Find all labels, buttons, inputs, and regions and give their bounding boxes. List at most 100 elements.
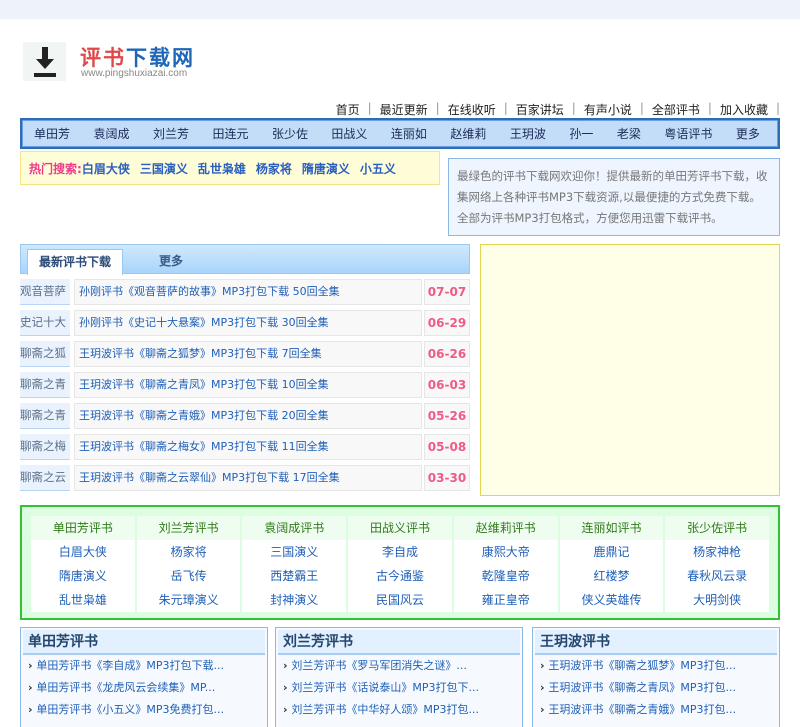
table-row: 聊斋之云 王玥波评书《聊斋之云翠仙》MP3打包下载 17回全集 03-30	[20, 465, 470, 491]
row-date: 06-26	[424, 341, 470, 367]
top-link[interactable]: 全部评书	[652, 101, 700, 118]
author-box-link[interactable]: 王玥波评书《聊斋之青凤》MP3打包...	[535, 677, 777, 699]
author-box: 单田芳评书单田芳评书《李自成》MP3打包下载...单田芳评书《龙虎风云会续集》M…	[20, 627, 268, 727]
nav-item[interactable]: 粤语评书	[664, 125, 712, 142]
category-link[interactable]: 三国演义	[242, 540, 346, 564]
category-link[interactable]: 红楼梦	[560, 564, 664, 588]
hot-search-link[interactable]: 隋唐演义	[302, 160, 350, 177]
nav-item[interactable]: 田战义	[331, 125, 367, 142]
nav-item[interactable]: 王玥波	[510, 125, 546, 142]
hot-search-link[interactable]: 乱世枭雄	[198, 160, 246, 177]
tab-more[interactable]: 更多	[159, 249, 183, 273]
row-date: 05-08	[424, 434, 470, 460]
category-link[interactable]: 春秋风云录	[665, 564, 769, 588]
table-row: 聊斋之狐 王玥波评书《聊斋之狐梦》MP3打包下载 7回全集 06-26	[20, 341, 470, 367]
category-column: 袁阔成评书 三国演义 西楚霸王 封神演义	[242, 516, 347, 612]
intro-text: 最绿色的评书下载网欢迎你！提供最新的单田芳评书下载，收集网络上各种评书MP3下载…	[448, 158, 780, 236]
top-link[interactable]: 首页	[336, 101, 360, 118]
category-link[interactable]: 大明剑侠	[665, 588, 769, 612]
row-date: 06-03	[424, 372, 470, 398]
separator: |	[571, 101, 576, 115]
category-link[interactable]: 封神演义	[242, 588, 346, 612]
category-head[interactable]: 刘兰芳评书	[136, 516, 241, 540]
nav-item[interactable]: 袁阔成	[93, 125, 129, 142]
nav-item[interactable]: 刘兰芳	[153, 125, 189, 142]
row-title-link[interactable]: 王玥波评书《聊斋之青凤》MP3打包下载 10回全集	[74, 372, 422, 398]
top-link[interactable]: 百家讲坛	[516, 101, 564, 118]
category-head[interactable]: 田战义评书	[348, 516, 452, 540]
logo-text-blue: 下载网	[126, 45, 195, 70]
author-box-link[interactable]: 刘兰芳评书《话说泰山》MP3打包下...	[278, 677, 520, 699]
author-box-link[interactable]: 单田芳评书《小五义》MP3免费打包...	[23, 699, 265, 721]
row-title-link[interactable]: 王玥波评书《聊斋之梅女》MP3打包下载 11回全集	[74, 434, 422, 460]
hot-search-link[interactable]: 小五义	[360, 160, 396, 177]
nav-item[interactable]: 更多	[736, 125, 760, 142]
download-icon[interactable]	[23, 42, 66, 81]
top-link[interactable]: 在线收听	[448, 101, 496, 118]
hot-search-link[interactable]: 三国演义	[140, 160, 188, 177]
author-box-link[interactable]: 刘兰芳评书《中华好人颂》MP3打包...	[278, 699, 520, 721]
separator: |	[435, 101, 440, 115]
author-box-link[interactable]: 刘兰芳评书《罗马军团消失之谜》...	[278, 655, 520, 677]
nav-item[interactable]: 单田芳	[34, 125, 70, 142]
hot-search: 热门搜索: 白眉大侠 三国演义 乱世枭雄 杨家将 隋唐演义 小五义	[20, 151, 440, 185]
author-box-link[interactable]: 王玥波评书《聊斋之青娥》MP3打包...	[535, 699, 777, 721]
nav-item[interactable]: 老梁	[617, 125, 641, 142]
category-head[interactable]: 袁阔成评书	[242, 516, 347, 540]
category-link[interactable]: 朱元璋演义	[137, 588, 241, 612]
table-row: 聊斋之青 王玥波评书《聊斋之青凤》MP3打包下载 10回全集 06-03	[20, 372, 470, 398]
row-tag: 聊斋之青	[20, 372, 70, 398]
row-title-link[interactable]: 王玥波评书《聊斋之青娥》MP3打包下载 20回全集	[74, 403, 422, 429]
top-link[interactable]: 最近更新	[380, 101, 428, 118]
category-link[interactable]: 西楚霸王	[242, 564, 346, 588]
category-column: 张少佐评书 杨家神枪 春秋风云录 大明剑侠	[665, 516, 770, 612]
category-head[interactable]: 张少佐评书	[665, 516, 770, 540]
category-link[interactable]: 杨家将	[137, 540, 241, 564]
category-link[interactable]: 乱世枭雄	[31, 588, 135, 612]
category-head[interactable]: 连丽如评书	[559, 516, 664, 540]
category-link[interactable]: 白眉大侠	[31, 540, 135, 564]
author-box-title[interactable]: 单田芳评书	[23, 630, 265, 655]
latest-downloads: 最新评书下载 更多 观音菩萨 孙刚评书《观音菩萨的故事》MP3打包下载 50回全集…	[20, 244, 470, 496]
hot-search-link[interactable]: 杨家将	[256, 160, 292, 177]
row-date: 07-07	[424, 279, 470, 305]
nav-item[interactable]: 张少佐	[272, 125, 308, 142]
nav-item[interactable]: 连丽如	[391, 125, 427, 142]
category-column: 刘兰芳评书 杨家将 岳飞传 朱元璋演义	[136, 516, 241, 612]
nav-item[interactable]: 赵维莉	[450, 125, 486, 142]
author-box: 王玥波评书王玥波评书《聊斋之狐梦》MP3打包...王玥波评书《聊斋之青凤》MP3…	[532, 627, 780, 727]
logo-url: www.pingshuxiazai.com	[81, 68, 188, 79]
ad-box	[480, 244, 780, 496]
row-title-link[interactable]: 王玥波评书《聊斋之云翠仙》MP3打包下载 17回全集	[74, 465, 422, 491]
category-link[interactable]: 康熙大帝	[454, 540, 558, 564]
nav-item[interactable]: 孙一	[569, 125, 593, 142]
row-title-link[interactable]: 孙刚评书《观音菩萨的故事》MP3打包下载 50回全集	[74, 279, 422, 305]
row-title-link[interactable]: 孙刚评书《史记十大悬案》MP3打包下载 30回全集	[74, 310, 422, 336]
category-head[interactable]: 赵维莉评书	[453, 516, 558, 540]
tab-latest[interactable]: 最新评书下载	[27, 249, 123, 275]
author-box-link[interactable]: 单田芳评书《李自成》MP3打包下载...	[23, 655, 265, 677]
author-box-title[interactable]: 王玥波评书	[535, 630, 777, 655]
row-tag: 聊斋之青	[20, 403, 70, 429]
nav-item[interactable]: 田连元	[212, 125, 248, 142]
category-link[interactable]: 鹿鼎记	[560, 540, 664, 564]
category-link[interactable]: 李自成	[348, 540, 452, 564]
hot-search-link[interactable]: 白眉大侠	[82, 160, 130, 177]
author-box-title[interactable]: 刘兰芳评书	[278, 630, 520, 655]
category-link[interactable]: 乾隆皇帝	[454, 564, 558, 588]
row-title-link[interactable]: 王玥波评书《聊斋之狐梦》MP3打包下载 7回全集	[74, 341, 422, 367]
category-link[interactable]: 隋唐演义	[31, 564, 135, 588]
logo-text-red: 评书	[80, 45, 126, 70]
category-link[interactable]: 雍正皇帝	[454, 588, 558, 612]
author-box-link[interactable]: 王玥波评书《聊斋之狐梦》MP3打包...	[535, 655, 777, 677]
category-link[interactable]: 岳飞传	[137, 564, 241, 588]
category-head[interactable]: 单田芳评书	[31, 516, 135, 540]
category-link[interactable]: 侠义英雄传	[560, 588, 664, 612]
category-link[interactable]: 古今通鉴	[348, 564, 452, 588]
author-box-link[interactable]: 单田芳评书《龙虎风云会续集》MP...	[23, 677, 265, 699]
category-link[interactable]: 杨家神枪	[665, 540, 769, 564]
category-link[interactable]: 民国风云	[348, 588, 452, 612]
top-link[interactable]: 有声小说	[584, 101, 632, 118]
top-link[interactable]: 加入收藏	[720, 101, 768, 118]
category-box: 单田芳评书 白眉大侠 隋唐演义 乱世枭雄 刘兰芳评书 杨家将 岳飞传 朱元璋演义 袁阔成评书 三国…	[20, 505, 780, 620]
